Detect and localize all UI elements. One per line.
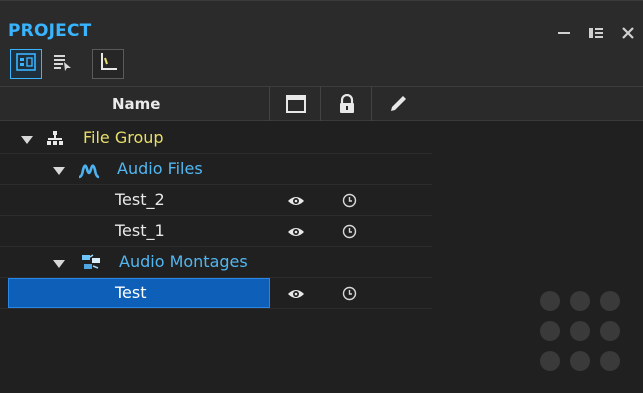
list-select-icon xyxy=(52,53,72,75)
column-header: Name xyxy=(0,87,643,121)
expand-caret-icon[interactable] xyxy=(52,256,66,270)
panel-titlebar: PROJECT xyxy=(0,1,643,47)
tree-view-icon xyxy=(97,52,119,76)
column-divider xyxy=(371,87,372,121)
tree-row-audio-files[interactable]: Audio Files xyxy=(0,154,432,185)
name-column-header[interactable]: Name xyxy=(112,95,160,113)
clock-icon[interactable] xyxy=(342,224,357,239)
montage-icon xyxy=(80,253,102,273)
select-group-icon xyxy=(16,53,36,75)
hierarchy-icon xyxy=(44,129,66,149)
tree-label: Test_1 xyxy=(115,221,165,240)
clock-icon[interactable] xyxy=(342,193,357,208)
tree-row-test[interactable]: Test xyxy=(0,278,432,309)
tree-label: Test_2 xyxy=(115,190,165,209)
project-panel: PROJECT Name File Group Audio Files Test… xyxy=(0,0,643,393)
dock-icon[interactable] xyxy=(587,24,605,42)
close-icon[interactable] xyxy=(619,24,637,42)
clock-icon[interactable] xyxy=(342,286,357,301)
pencil-icon[interactable] xyxy=(388,94,408,114)
minimize-icon[interactable] xyxy=(555,24,573,42)
eye-icon[interactable] xyxy=(287,224,305,238)
column-divider xyxy=(320,87,321,121)
tree-view-button[interactable] xyxy=(92,49,124,79)
tree-row-test-1[interactable]: Test_1 xyxy=(0,216,432,247)
panel-toolbar xyxy=(0,47,643,87)
tree-label: Audio Montages xyxy=(119,252,248,271)
tree-row-file-group[interactable]: File Group xyxy=(0,123,432,154)
expand-caret-icon[interactable] xyxy=(20,132,34,146)
column-divider xyxy=(269,87,270,121)
waveform-icon xyxy=(78,160,100,180)
tree-label: File Group xyxy=(83,128,164,147)
select-group-button[interactable] xyxy=(10,49,42,79)
lock-icon[interactable] xyxy=(337,94,357,114)
tree-label: Test xyxy=(115,283,147,302)
window-icon[interactable] xyxy=(286,94,306,114)
resize-grip[interactable] xyxy=(530,291,630,381)
expand-caret-icon[interactable] xyxy=(52,163,66,177)
tree-label: Audio Files xyxy=(117,159,203,178)
tree-row-audio-montages[interactable]: Audio Montages xyxy=(0,247,432,278)
eye-icon[interactable] xyxy=(287,286,305,300)
list-select-button[interactable] xyxy=(46,49,78,79)
panel-title: PROJECT xyxy=(8,21,92,41)
tree-row-test-2[interactable]: Test_2 xyxy=(0,185,432,216)
eye-icon[interactable] xyxy=(287,193,305,207)
window-controls xyxy=(555,23,637,43)
